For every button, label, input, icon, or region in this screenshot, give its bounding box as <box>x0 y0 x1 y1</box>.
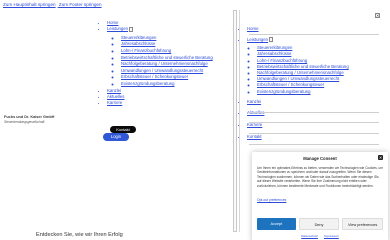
side-divider <box>249 34 379 35</box>
side-sub-link[interactable]: Lohn-/ Finanzbuchführung <box>257 58 307 63</box>
nav-sub-link[interactable]: Lohn-/ Finanzbuchführung <box>121 48 171 53</box>
side-sub-item: Existenzgründungsberatung <box>257 89 349 95</box>
side-sub-link[interactable]: Erbschaftsteuer / Schenkungsteuer <box>257 82 324 87</box>
nav-sub-link[interactable]: Existenzgründungsberatung <box>121 81 175 86</box>
side-item-kanzlei: Kanzlei <box>247 99 349 106</box>
side-sub-link[interactable]: Steuererklärungen <box>257 45 292 50</box>
hero-headline: Entdecken Sie, wie wir Ihren Erfolg <box>36 232 123 238</box>
nav-item-karriere: Karriere <box>107 100 213 106</box>
side-link-kontakt[interactable]: Kontakt <box>247 134 262 139</box>
side-sub-link[interactable]: Betriebswirtschaftliche und steuerliche … <box>257 64 349 69</box>
nav-sub-item: Existenzgründungsberatung <box>121 81 213 88</box>
kontakt-button[interactable]: Kontakt <box>110 126 136 133</box>
nav-sub-item: Nachfolgeberatung / Unternehmensnachfolg… <box>121 61 213 68</box>
accept-button[interactable]: Accept <box>257 218 296 230</box>
nav-sub-item: Jahresabschlüsse <box>121 41 213 48</box>
logo[interactable]: Fuchs und Dr. Kaiser GmbH Steuerberatung… <box>4 115 54 124</box>
side-submenu: Steuererklärungen Jahresabschlüsse Lohn-… <box>257 45 349 95</box>
nav-sub-link[interactable]: Nachfolgeberatung / Unternehmensnachfolg… <box>121 61 208 66</box>
nav-sub-item: Umwandlungen / Umwandlungssteuerrecht <box>121 68 213 75</box>
side-divider <box>249 112 379 113</box>
side-nav: Home Leistungen Steuererklärungen Jahres… <box>244 26 349 140</box>
consent-footer: Datenschutz Impressum <box>252 234 388 238</box>
side-link-kanzlei[interactable]: Kanzlei <box>247 99 261 104</box>
nav-sub-item: Erbschaftsteuer / Schenkungsteuer <box>121 74 213 81</box>
skip-to-main-link[interactable]: Zum Hauptinhalt springen <box>3 2 56 7</box>
side-link-home[interactable]: Home <box>247 26 258 31</box>
side-divider <box>249 122 379 123</box>
nav-sub-link[interactable]: Erbschaftsteuer / Schenkungsteuer <box>121 74 188 79</box>
side-divider <box>249 144 379 145</box>
nav-sub-link[interactable]: Betriebswirtschaftliche und steuerliche … <box>121 55 213 60</box>
nav-sub-item: Lohn-/ Finanzbuchführung <box>121 48 213 55</box>
nav-sub-link[interactable]: Umwandlungen / Umwandlungssteuerrecht <box>121 68 203 73</box>
side-sub-link[interactable]: Nachfolgeberatung / Unternehmensnachfolg… <box>257 70 344 75</box>
consent-buttons: Accept Deny View preferences <box>257 218 384 230</box>
main-nav: Home Leistungen Steuererklärungen Jahres… <box>104 20 213 107</box>
side-item-home: Home <box>247 26 349 33</box>
login-button[interactable]: Login <box>103 133 129 141</box>
divider <box>239 10 240 232</box>
privacy-link[interactable]: Datenschutz <box>301 234 318 238</box>
nav-link-aktuelles[interactable]: Aktuelles <box>107 94 124 99</box>
nav-link-kanzlei[interactable]: Kanzlei <box>107 88 121 93</box>
close-icon[interactable]: ✕ <box>378 155 383 160</box>
nav-sub-item: Betriebswirtschaftliche und steuerliche … <box>121 55 213 62</box>
submenu-toggle-icon[interactable] <box>269 36 274 42</box>
side-sub-link[interactable]: Jahresabschlüsse <box>257 51 291 56</box>
view-preferences-button[interactable]: View preferences <box>342 218 384 230</box>
skip-links: Zum Hauptinhalt springen Zum Footer spri… <box>3 2 104 7</box>
opt-out-link[interactable]: Opt-out preferences <box>257 198 286 202</box>
side-sub-link[interactable]: Umwandlungen / Umwandlungssteuerrecht <box>257 76 339 81</box>
side-link-leistungen[interactable]: Leistungen <box>247 37 268 42</box>
side-item-karriere: Karriere <box>247 122 349 129</box>
nav-link-home[interactable]: Home <box>107 20 118 25</box>
consent-text: Um Ihnen ein optimales Erlebnis zu biete… <box>257 166 383 188</box>
side-item-leistungen: Leistungen Steuererklärungen Jahresabsch… <box>247 37 349 95</box>
nav-link-leistungen[interactable]: Leistungen <box>107 26 128 31</box>
nav-link-karriere[interactable]: Karriere <box>107 100 122 105</box>
nav-submenu: Steuererklärungen Jahresabschlüsse Lohn-… <box>121 35 213 88</box>
side-link-karriere[interactable]: Karriere <box>247 122 262 127</box>
scrollbar[interactable] <box>233 10 237 232</box>
nav-sub-link[interactable]: Jahresabschlüsse <box>121 41 155 46</box>
close-icon[interactable]: ✕ <box>375 13 380 18</box>
consent-title: Manage Consent <box>303 156 337 161</box>
logo-subtitle: Steuerberatungsgesellschaft <box>4 119 45 124</box>
nav-sub-item: Steuererklärungen <box>121 35 213 42</box>
logo-name: Fuchs und Dr. Kaiser GmbH <box>4 115 55 119</box>
side-sub-link[interactable]: Existenzgründungsberatung <box>257 89 311 94</box>
skip-to-footer-link[interactable]: Zum Footer springen <box>59 2 102 7</box>
submenu-toggle-icon[interactable] <box>129 26 134 32</box>
side-divider <box>249 133 379 134</box>
deny-button[interactable]: Deny <box>298 218 340 230</box>
nav-item-leistungen: Leistungen Steuererklärungen Jahresabsch… <box>107 26 213 87</box>
nav-sub-link[interactable]: Steuererklärungen <box>121 35 156 40</box>
side-item-kontakt: Kontakt <box>247 134 349 141</box>
consent-dialog: Manage Consent ✕ Um Ihnen ein optimales … <box>252 152 388 240</box>
imprint-link[interactable]: Impressum <box>324 234 339 238</box>
